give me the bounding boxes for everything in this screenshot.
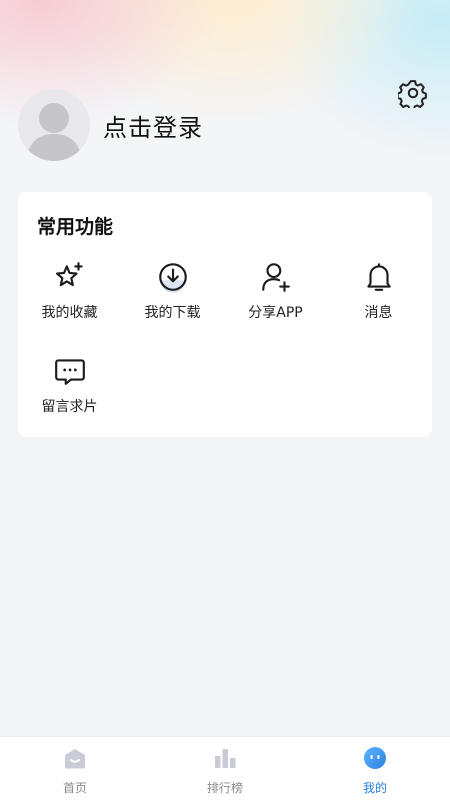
login-area[interactable]: 点击登录 <box>18 89 203 161</box>
favorites-item[interactable]: 我的收藏 <box>18 260 121 332</box>
common-functions-card: 常用功能 我的收藏 我的下载 分享APP 消息 留言求片 <box>18 192 432 437</box>
messages-item[interactable]: 消息 <box>327 260 430 332</box>
default-avatar-icon <box>18 89 90 161</box>
card-title: 常用功能 <box>37 216 114 238</box>
smiley-face-icon <box>362 745 388 771</box>
ranking-bars-icon <box>212 745 238 771</box>
downloads-label: 我的下载 <box>144 305 201 321</box>
tab-mine-label: 我的 <box>362 781 387 795</box>
tab-home-label: 首页 <box>62 781 87 795</box>
favorites-label: 我的收藏 <box>41 305 98 321</box>
bell-icon <box>362 260 396 294</box>
settings-button[interactable] <box>395 77 431 113</box>
share-app-item[interactable]: 分享APP <box>224 260 327 332</box>
bottom-tab-bar: 首页 排行榜 我的 <box>0 736 450 800</box>
tab-ranking[interactable]: 排行榜 <box>150 737 300 800</box>
download-icon <box>156 260 190 294</box>
downloads-item[interactable]: 我的下载 <box>121 260 224 332</box>
gear-icon <box>396 78 428 112</box>
messages-label: 消息 <box>364 305 393 321</box>
add-user-icon <box>259 260 293 294</box>
request-movie-label: 留言求片 <box>41 399 98 415</box>
avatar[interactable] <box>18 89 90 161</box>
tab-mine[interactable]: 我的 <box>300 737 450 800</box>
login-text[interactable]: 点击登录 <box>103 108 203 143</box>
tab-ranking-label: 排行榜 <box>206 781 243 795</box>
chat-bubble-icon <box>53 354 87 388</box>
request-movie-item[interactable]: 留言求片 <box>18 354 121 426</box>
share-app-label: 分享APP <box>248 305 303 321</box>
home-icon <box>62 745 88 771</box>
tab-home[interactable]: 首页 <box>0 737 150 800</box>
star-sparkle-icon <box>53 260 87 294</box>
